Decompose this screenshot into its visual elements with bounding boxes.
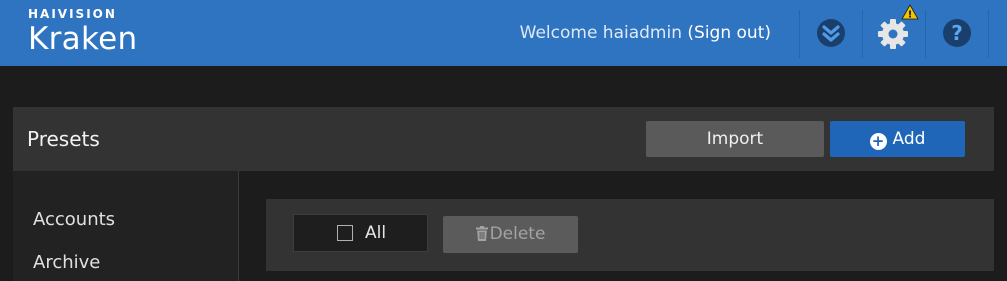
delete-button-label: Delete <box>489 224 546 244</box>
delete-button[interactable]: Delete <box>443 216 578 253</box>
sidebar-item-archive[interactable]: Archive <box>33 252 100 273</box>
brand-product: Kraken <box>28 21 138 57</box>
brand-logo[interactable]: HAIVISION Kraken <box>28 7 137 56</box>
gear-icon[interactable] <box>877 16 913 50</box>
page-title: Presets <box>27 127 100 151</box>
header-divider <box>925 10 926 58</box>
svg-text:!: ! <box>908 10 913 21</box>
list-toolbar: All Delete <box>266 199 994 271</box>
sidebar-divider <box>238 171 239 281</box>
select-all-control[interactable]: All <box>293 214 428 252</box>
warning-icon: ! <box>901 4 919 21</box>
add-button[interactable]: + Add <box>830 121 965 157</box>
header-divider <box>988 10 989 58</box>
presets-header: Presets Import + Add <box>13 107 994 171</box>
select-all-checkbox[interactable] <box>337 225 353 241</box>
sidebar: Accounts Archive <box>13 171 238 281</box>
app-header: HAIVISION Kraken Welcome haiadmin (Sign … <box>0 0 1007 66</box>
sidebar-item-accounts[interactable]: Accounts <box>33 209 115 230</box>
svg-text:?: ? <box>951 21 963 45</box>
welcome-text: Welcome haiadmin <box>519 23 682 43</box>
haivision-logo-icon[interactable] <box>815 17 847 49</box>
add-button-label: Add <box>892 129 926 149</box>
sign-out-link[interactable]: (Sign out) <box>687 23 771 43</box>
plus-circle-icon: + <box>869 133 887 150</box>
import-button[interactable]: Import <box>646 121 824 157</box>
header-divider <box>799 10 800 58</box>
select-all-label: All <box>365 223 387 243</box>
help-icon[interactable]: ? <box>941 17 973 49</box>
header-divider <box>862 10 863 58</box>
welcome-message: Welcome haiadmin (Sign out) <box>520 23 771 43</box>
trash-icon <box>475 218 488 255</box>
brand-company: HAIVISION <box>28 7 117 21</box>
